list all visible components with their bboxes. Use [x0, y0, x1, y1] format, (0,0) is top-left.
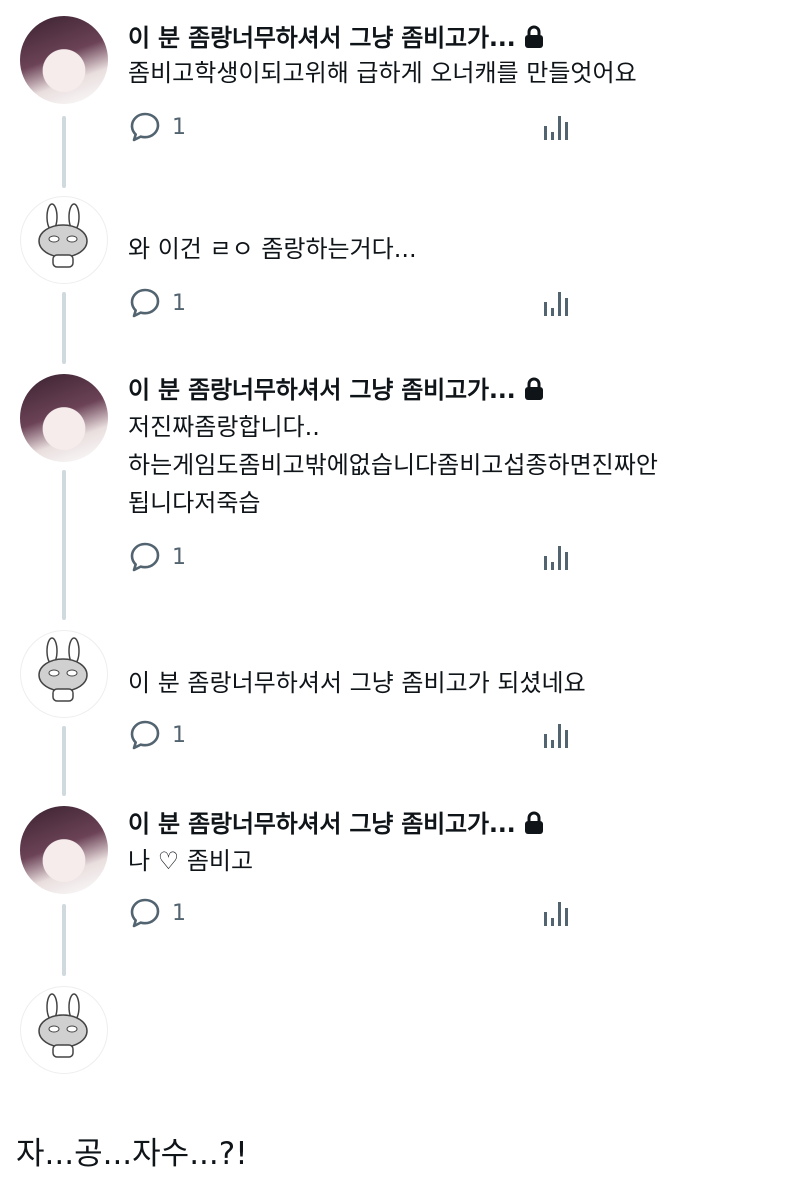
tweet[interactable]: 이 분 좀랑너무하셔서 그냥 좀비고가... 나 ♡ 좀비고 1 — [0, 802, 796, 982]
bunny-icon — [38, 637, 88, 702]
user-avatar[interactable] — [20, 806, 108, 894]
reply-count: 1 — [172, 544, 186, 570]
reply-button[interactable]: 1 — [128, 286, 186, 320]
bunny-icon — [38, 993, 88, 1058]
reply-button[interactable]: 1 — [128, 540, 186, 574]
tweet[interactable] — [0, 982, 796, 1082]
tweet-actions: 1 — [128, 286, 588, 322]
tweet[interactable]: 와 이건 ㄹㅇ 좀랑하는거다... 1 — [0, 190, 796, 370]
tweet-actions: 1 — [128, 718, 588, 754]
reply-button[interactable]: 1 — [128, 896, 186, 930]
view-stats-icon[interactable] — [542, 112, 572, 144]
lock-icon — [524, 25, 543, 48]
user-avatar[interactable] — [20, 374, 108, 462]
tweet[interactable]: 이 분 좀랑너무하셔서 그냥 좀비고가... 저진짜좀랑합니다.. 하는게임도좀… — [0, 370, 796, 626]
reply-button[interactable]: 1 — [128, 718, 186, 752]
author-name[interactable]: 이 분 좀랑너무하셔서 그냥 좀비고가... — [128, 18, 544, 53]
tweet-text: 이 분 좀랑너무하셔서 그냥 좀비고가 되셨네요 — [128, 669, 586, 697]
tweet-text: 와 이건 ㄹㅇ 좀랑하는거다... — [128, 235, 417, 263]
reply-icon — [130, 288, 160, 318]
lock-icon — [524, 377, 543, 400]
view-stats-icon[interactable] — [542, 288, 572, 320]
tweet[interactable]: 이 분 좀랑너무하셔서 그냥 좀비고가 되셨네요 1 — [0, 626, 796, 802]
tweet-text: 나 ♡ 좀비고 — [128, 847, 254, 875]
tweet-text: 좀비고학생이되고위해 급하게 오너캐를 만들엇어요 — [128, 59, 637, 87]
author-name[interactable]: 이 분 좀랑너무하셔서 그냥 좀비고가... — [128, 370, 544, 405]
reply-button[interactable]: 1 — [128, 110, 186, 144]
user-avatar[interactable] — [20, 196, 108, 284]
lock-icon — [524, 811, 543, 834]
view-stats-icon[interactable] — [542, 720, 572, 752]
tweet[interactable]: 이 분 좀랑너무하셔서 그냥 좀비고가... 좀비고학생이되고위해 급하게 오너… — [0, 0, 796, 190]
view-stats-icon[interactable] — [542, 898, 572, 930]
user-avatar[interactable] — [20, 986, 108, 1074]
tweet-actions: 1 — [128, 110, 588, 146]
reply-icon — [130, 112, 160, 142]
tweet-actions: 1 — [128, 540, 588, 576]
reply-thread: 이 분 좀랑너무하셔서 그냥 좀비고가... 좀비고학생이되고위해 급하게 오너… — [0, 0, 796, 1200]
reply-count: 1 — [172, 114, 186, 140]
reply-icon — [130, 898, 160, 928]
reply-count: 1 — [172, 900, 186, 926]
tweet-actions: 1 — [128, 896, 588, 932]
user-avatar[interactable] — [20, 630, 108, 718]
caption-text: 자...공...자수...?! — [16, 1136, 248, 1172]
bunny-icon — [38, 203, 88, 268]
reply-icon — [130, 720, 160, 750]
view-stats-icon[interactable] — [542, 542, 572, 574]
reply-count: 1 — [172, 722, 186, 748]
reply-count: 1 — [172, 290, 186, 316]
reply-icon — [130, 542, 160, 572]
user-avatar[interactable] — [20, 16, 108, 104]
tweet-text: 저진짜좀랑합니다.. 하는게임도좀비고밖에없습니다좀비고섭종하면진짜안 됩니다저… — [128, 413, 658, 517]
author-name[interactable]: 이 분 좀랑너무하셔서 그냥 좀비고가... — [128, 804, 544, 839]
